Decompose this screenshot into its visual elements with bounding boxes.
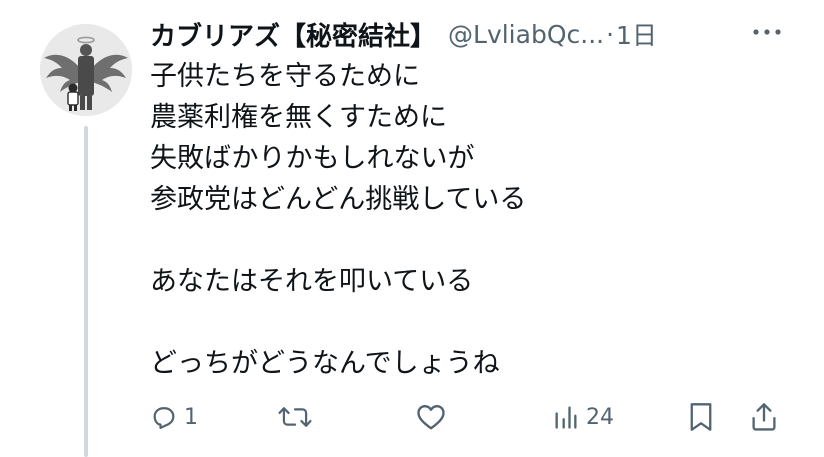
post-text-line [150,220,790,261]
post[interactable]: カブリアズ【秘密結社】 @LvliabQc... · 1日 子供たちを守るために… [0,0,824,457]
repost-icon [278,407,312,427]
thread-line [84,126,88,457]
bookmark-icon [690,403,712,431]
reply-button[interactable]: 1 [150,396,198,438]
post-text-line [150,302,790,343]
views-icon [555,406,577,429]
repost-button[interactable] [278,396,312,438]
post-text-line: 参政党はどんどん挑戦している [150,184,527,215]
post-text-line: あなたはそれを叩いている [150,266,474,297]
more-options-button[interactable] [752,17,782,47]
post-text: 子供たちを守るために 農薬利権を無くすために 失敗ばかりかもしれないが 参政党は… [150,56,790,384]
post-text-line: 子供たちを守るために [150,61,420,92]
like-button[interactable] [416,396,446,438]
more-horizontal-icon [753,29,781,35]
views-count: 24 [586,404,614,430]
post-text-line: 失敗ばかりかもしれないが [150,143,475,174]
share-icon [752,403,776,431]
action-bar: 1 24 [150,396,790,438]
post-header: カブリアズ【秘密結社】 @LvliabQc... · 1日 [150,12,810,56]
post-text-line: 農薬利権を無くすために [150,102,447,133]
bookmark-button[interactable] [688,396,714,438]
share-button[interactable] [750,396,778,438]
author-handle[interactable]: @LvliabQc... [448,20,604,49]
post-timestamp[interactable]: 1日 [616,16,657,52]
angel-avatar-image [40,24,132,116]
reply-icon [153,407,175,429]
avatar[interactable] [40,24,132,116]
author-display-name[interactable]: カブリアズ【秘密結社】 [150,16,436,53]
header-separator: · [606,19,615,49]
views-button[interactable]: 24 [552,396,614,438]
reply-count: 1 [184,404,198,430]
heart-icon [417,404,445,430]
post-text-line: どっちがどうなんでしょうね [150,348,500,379]
